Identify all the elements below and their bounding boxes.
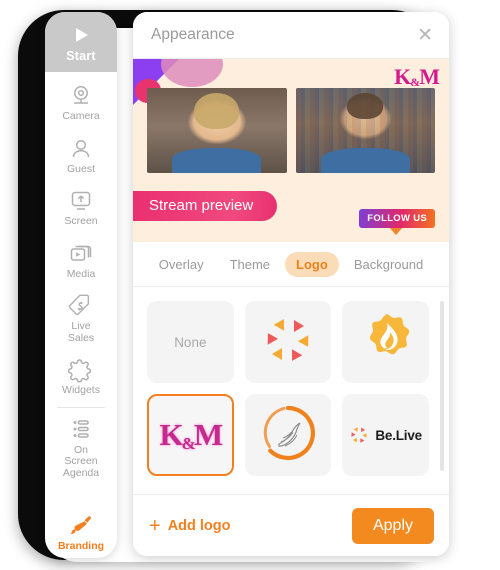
belive-logo-label: Be.Live [375,427,422,443]
logo-tile-km[interactable]: K&M [147,394,234,476]
sidebar-item-guest[interactable]: Guest [45,129,117,182]
brand-ampersand: & [410,75,420,89]
avatar [194,93,240,129]
logo-tile-none[interactable]: None [147,301,234,383]
paintbrush-icon [47,513,115,539]
sidebar-item-media[interactable]: Media [45,234,117,287]
play-icon [45,24,117,46]
panel-header: Appearance ✕ [133,12,449,59]
stream-preview-banner: Stream preview [133,191,278,221]
sidebar-item-branding-label: Branding [57,539,105,552]
sidebar-item-branding[interactable]: Branding [45,506,117,559]
avatar-shirt [320,147,410,173]
add-logo-label: Add logo [167,517,231,534]
logo-grid-scroll-area: None K&M Be.Live [133,287,449,494]
logo-tile-none-label: None [174,334,207,350]
participant-tiles [147,88,435,173]
close-icon[interactable]: ✕ [417,26,433,45]
brand-letter-k: K [394,64,411,89]
sidebar-item-live-sales-label: Live Sales [67,320,95,344]
panel-footer: + Add logo Apply [133,494,449,556]
tab-background[interactable]: Background [343,252,434,277]
pinwheel-logo-icon [260,312,316,373]
bird-circle-logo-icon [257,402,319,469]
sidebar-item-start[interactable]: Start [45,12,117,72]
sidebar-item-camera[interactable]: Camera [45,76,117,129]
page-title: Appearance [151,26,235,43]
appearance-tabs: Overlay Theme Logo Background [133,242,449,287]
logo-tile-pinwheel[interactable] [244,301,332,383]
avatar-shirt [172,147,262,173]
sidebar-item-media-label: Media [66,267,96,280]
add-logo-button[interactable]: + Add logo [149,516,231,536]
logo-tile-bird-circle[interactable] [244,394,332,476]
brand-letter-m: M [419,64,440,89]
logo-tile-belive[interactable]: Be.Live [342,394,429,476]
puzzle-icon [47,357,115,383]
follow-badge-tail-icon [389,227,403,235]
sidebar-item-screen[interactable]: Screen [45,181,117,234]
tab-theme[interactable]: Theme [219,252,281,277]
follow-us-badge: FOLLOW US [359,209,435,228]
km-logo-icon: K&M [159,416,224,453]
logo-grid-scrollbar[interactable] [440,301,444,471]
sidebar-items: Camera Guest Screen Media Live Sales Wid… [45,72,117,558]
screen-share-icon [47,188,115,214]
plus-icon: + [149,514,161,537]
tab-logo[interactable]: Logo [285,251,339,277]
media-stack-icon [47,241,115,267]
logo-grid: None K&M Be.Live [133,287,449,486]
apply-button[interactable]: Apply [351,507,434,544]
preview-brand-logo: K&M [394,64,440,90]
webcam-icon [47,83,115,109]
stream-preview-area: K&M Stream preview FOLLOW US [133,59,449,242]
sidebar-item-on-screen-agenda[interactable]: On Screen Agenda [45,410,117,486]
flame-badge-logo-icon [357,311,415,374]
sidebar: Start Camera Guest Screen Media Live Sal… [45,12,117,558]
sidebar-item-widgets[interactable]: Widgets [45,350,117,403]
logo-tile-flame-badge[interactable] [342,301,429,383]
price-tag-icon [47,293,115,319]
sidebar-item-on-screen-agenda-label: On Screen Agenda [62,443,100,479]
person-icon [47,136,115,162]
sidebar-item-screen-label: Screen [64,215,98,227]
participant-tile-woman [147,88,287,173]
appearance-panel: Appearance ✕ K&M Stream preview FOLLOW U… [133,12,449,556]
sidebar-item-guest-label: Guest [66,162,95,175]
sidebar-item-widgets-label: Widgets [62,384,100,396]
list-icon [47,417,115,443]
belive-logo-icon: Be.Live [349,425,422,445]
participant-tile-man [295,88,435,173]
sidebar-item-live-sales[interactable]: Live Sales [45,286,117,350]
sidebar-divider [57,406,105,408]
sidebar-item-start-label: Start [66,49,96,63]
sidebar-item-camera-label: Camera [62,110,100,122]
tab-overlay[interactable]: Overlay [148,252,215,277]
avatar [347,93,384,119]
